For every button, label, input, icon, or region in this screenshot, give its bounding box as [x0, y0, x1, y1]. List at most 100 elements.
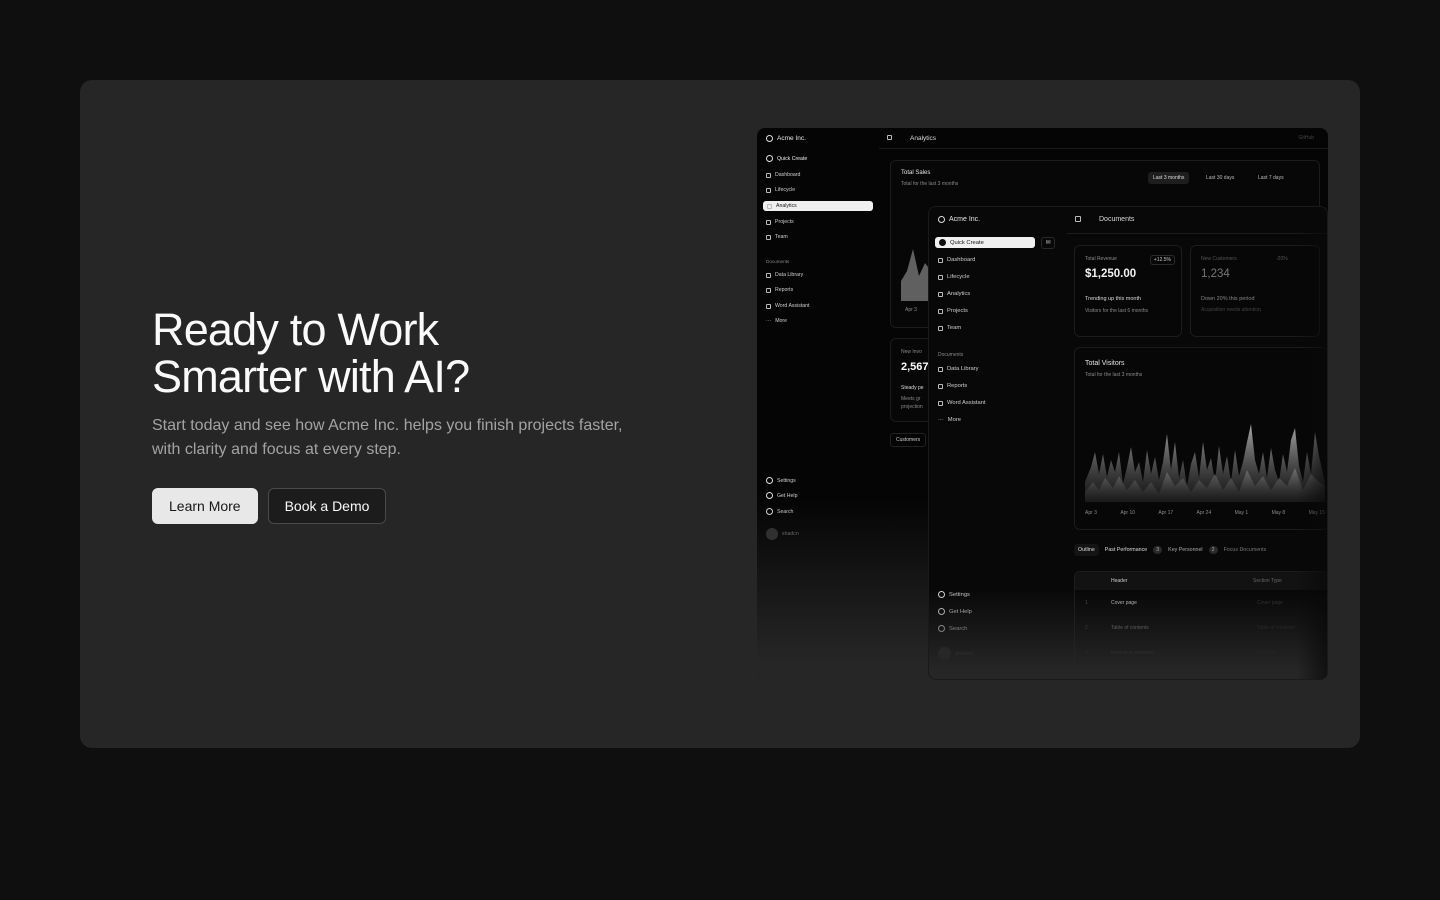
row-type: Table of contents	[1257, 625, 1295, 631]
back-nav-search[interactable]: Search	[766, 508, 793, 515]
front-nav-more[interactable]: ··· More	[938, 417, 961, 423]
revenue-trend: Trending up this month	[1085, 296, 1142, 302]
customers-note: Acquisition needs attention	[1201, 307, 1261, 313]
tab-key-personnel[interactable]: Key Personnel	[1168, 547, 1202, 553]
front-nav-help[interactable]: Get Help	[938, 608, 972, 615]
back-x-tick: Apr 3	[905, 307, 917, 313]
range-7-days[interactable]: Last 7 days	[1253, 172, 1289, 184]
sidebar-toggle-icon[interactable]	[1075, 216, 1081, 222]
back-nav-dashboard[interactable]: Dashboard	[766, 172, 800, 178]
row-header[interactable]: Table of contents	[1111, 625, 1149, 631]
front-nav-settings[interactable]: Settings	[938, 591, 970, 598]
row-num: 2	[1085, 625, 1088, 631]
users-icon	[938, 325, 943, 331]
back-nav-label: Word Assistant	[775, 303, 810, 309]
front-nav-label: Analytics	[947, 291, 971, 297]
back-sidebar: Acme Inc. Quick Create Dashboard Lifecyc…	[757, 128, 879, 680]
front-page-title: Documents	[1099, 216, 1135, 223]
back-nav-data-library[interactable]: Data Library	[766, 272, 803, 278]
logo-icon	[938, 216, 945, 223]
gear-icon	[766, 477, 773, 484]
projection-label: projection	[901, 404, 923, 410]
book-demo-button[interactable]: Book a Demo	[267, 488, 387, 524]
range-3-months[interactable]: Last 3 months	[1148, 172, 1190, 184]
front-nav-label: Projects	[947, 308, 968, 314]
tab-past-performance[interactable]: Past Performance	[1105, 547, 1147, 553]
back-nav-label: Settings	[777, 477, 796, 484]
front-nav-projects[interactable]: Projects	[938, 308, 968, 314]
customers-label: New Customers	[1201, 256, 1237, 262]
back-nav-settings[interactable]: Settings	[766, 477, 796, 484]
back-nav-label: More	[775, 318, 788, 324]
front-nav-reports[interactable]: Reports	[938, 383, 967, 389]
customers-tab[interactable]: Customers	[890, 433, 927, 447]
front-nav-analytics[interactable]: Analytics	[938, 291, 970, 297]
back-user[interactable]: shadcn	[766, 528, 799, 540]
front-brand: Acme Inc.	[938, 216, 980, 223]
folder-icon	[938, 308, 943, 314]
search-icon	[938, 625, 945, 632]
customers-badge: -20%	[1276, 256, 1288, 262]
plus-circle-icon	[766, 155, 773, 162]
file-icon	[938, 400, 943, 406]
visitors-title: Total Visitors	[1085, 360, 1125, 367]
avatar	[938, 647, 951, 660]
front-nav-word-assistant[interactable]: Word Assistant	[938, 400, 986, 406]
tab-outline[interactable]: Outline	[1074, 544, 1099, 556]
hero-title-line1: Ready to Work	[152, 304, 439, 355]
total-sales-title: Total Sales	[901, 170, 931, 176]
front-nav-label: Lifecycle	[947, 274, 970, 280]
customers-trend: Down 20% this period	[1201, 296, 1255, 302]
github-link[interactable]: GitHub	[1298, 135, 1314, 141]
revenue-note: Visitors for the last 6 months	[1085, 308, 1148, 314]
x-tick: May 1	[1234, 510, 1249, 516]
database-icon	[938, 366, 943, 372]
front-nav-search[interactable]: Search	[938, 625, 967, 632]
front-nav-dashboard[interactable]: Dashboard	[938, 257, 975, 263]
inbox-icon[interactable]: ✉	[1041, 237, 1055, 249]
plus-circle-icon	[939, 239, 946, 246]
range-30-days[interactable]: Last 30 days	[1201, 172, 1239, 184]
back-nav-help[interactable]: Get Help	[766, 492, 797, 499]
row-header[interactable]: Cover page	[1111, 600, 1137, 606]
x-axis: Apr 3 Apr 10 Apr 17 Apr 24 May 1 May 8 M…	[1085, 510, 1325, 516]
dashboard-icon	[938, 257, 943, 263]
front-nav-team[interactable]: Team	[938, 325, 961, 331]
hero-buttons: Learn More Book a Demo	[152, 488, 672, 524]
back-quick-create[interactable]: Quick Create	[766, 155, 807, 162]
back-page-title: Analytics	[910, 135, 937, 142]
front-quick-create[interactable]: Quick Create	[935, 237, 1035, 248]
back-nav-lifecycle[interactable]: Lifecycle	[766, 187, 795, 193]
back-nav-reports[interactable]: Reports	[766, 287, 793, 293]
x-tick: Apr 17	[1158, 510, 1174, 516]
back-nav-analytics[interactable]: Analytics	[763, 201, 873, 211]
back-nav-more[interactable]: ··· More	[766, 318, 787, 324]
divider	[879, 148, 1328, 149]
back-nav-word-assistant[interactable]: Word Assistant	[766, 303, 810, 309]
hero-subtitle: Start today and see how Acme Inc. helps …	[152, 417, 623, 458]
front-user[interactable]: shadcn	[938, 647, 974, 660]
folder-icon	[766, 219, 771, 225]
sidebar-toggle-icon[interactable]	[887, 135, 892, 140]
row-header[interactable]: Executive summary	[1111, 650, 1155, 656]
file-icon	[766, 303, 771, 309]
row-num: 3	[1085, 650, 1088, 656]
row-type: Cover page	[1257, 600, 1283, 606]
meets-label: Meets gr	[901, 396, 921, 402]
total-visitors-panel: Total Visitors Total for the last 3 mont…	[1074, 347, 1327, 530]
front-nav-label: Word Assistant	[947, 400, 986, 406]
revenue-label: Total Revenue	[1085, 256, 1117, 262]
revenue-badge: +12.5%	[1149, 255, 1175, 265]
tab-focus-documents[interactable]: Focus Documents	[1224, 547, 1267, 553]
users-icon	[766, 234, 771, 240]
sales-chart-sliver	[901, 249, 931, 301]
back-nav-projects[interactable]: Projects	[766, 219, 794, 225]
back-nav-team[interactable]: Team	[766, 234, 788, 240]
chart-icon	[938, 291, 943, 297]
front-nav-lifecycle[interactable]: Lifecycle	[938, 274, 970, 280]
learn-more-button[interactable]: Learn More	[152, 488, 258, 524]
front-nav-data-library[interactable]: Data Library	[938, 366, 979, 372]
back-brand-label: Acme Inc.	[777, 135, 806, 142]
doc-tabs: Outline Past Performance 3 Key Personnel…	[1074, 544, 1266, 556]
back-user-name: shadcn	[782, 531, 799, 537]
